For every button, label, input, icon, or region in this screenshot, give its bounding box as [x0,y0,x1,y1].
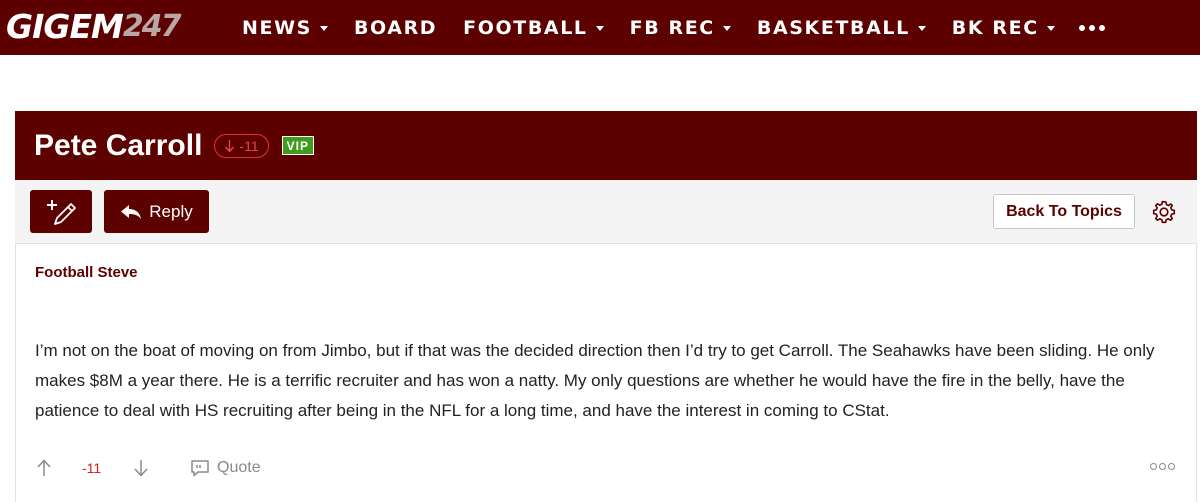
nav-item-label: BASKETBALL [756,16,910,39]
post-body: I’m not on the boat of moving on from Ji… [35,341,1155,420]
nav-item-fb-rec[interactable]: FB REC [630,0,731,55]
nav-item-label: NEWS [242,16,312,39]
post-score: -11 [82,460,102,476]
reply-button[interactable]: Reply [104,190,209,233]
thread-header: Pete Carroll -11 VIP [15,111,1197,180]
new-post-button[interactable] [30,190,92,233]
nav-item-board[interactable]: BOARD [354,0,437,55]
upvote-icon[interactable] [35,458,53,478]
more-options-icon[interactable] [1150,461,1176,471]
downvote-icon[interactable] [132,458,150,478]
nav-item-label: BOARD [353,16,438,39]
thread-toolbar: Reply Back To Topics [15,180,1197,243]
caret-down-icon [1046,26,1055,31]
post-author[interactable]: Football Steve [35,264,138,281]
back-to-topics-button[interactable]: Back To Topics [993,194,1135,229]
gear-icon[interactable] [1151,199,1177,225]
nav-item-label: FOOTBALL [463,16,588,39]
site-logo[interactable]: GIGEM 247 [6,6,182,46]
nav-menu: NEWS BOARD FOOTBALL FB REC BASKETBALL BK… [242,0,1105,55]
caret-down-icon [722,26,731,31]
nav-item-bk-rec[interactable]: BK REC [952,0,1055,55]
nav-item-news[interactable]: NEWS [242,0,328,55]
quote-button[interactable]: Quote [190,459,261,477]
quote-icon [191,460,209,477]
arrow-down-icon [225,139,235,153]
ellipsis-icon[interactable] [1078,0,1105,55]
nav-item-label: BK REC [951,16,1039,39]
top-navigation: GIGEM 247 NEWS BOARD FOOTBALL FB REC BASK… [0,0,1200,55]
nav-item-football[interactable]: FOOTBALL [463,0,604,55]
logo-number: 247 [122,8,182,44]
page-title: Pete Carroll [34,128,203,162]
caret-down-icon [319,26,328,31]
caret-down-icon [917,26,926,31]
post-actions: -11 Quote [35,456,261,480]
vote-score: -11 [239,137,259,154]
nav-item-basketball[interactable]: BASKETBALL [757,0,926,55]
nav-item-label: FB REC [629,16,715,39]
caret-down-icon [595,26,604,31]
pencil-plus-icon [47,199,76,225]
quote-label: Quote [217,459,261,476]
post: Football Steve I’m not on the boat of mo… [15,243,1197,502]
reply-label: Reply [149,201,193,221]
vote-score-badge: -11 [214,133,269,158]
reply-arrow-icon [121,204,142,219]
logo-text: GIGEM [6,6,124,46]
vip-badge: VIP [281,136,314,155]
